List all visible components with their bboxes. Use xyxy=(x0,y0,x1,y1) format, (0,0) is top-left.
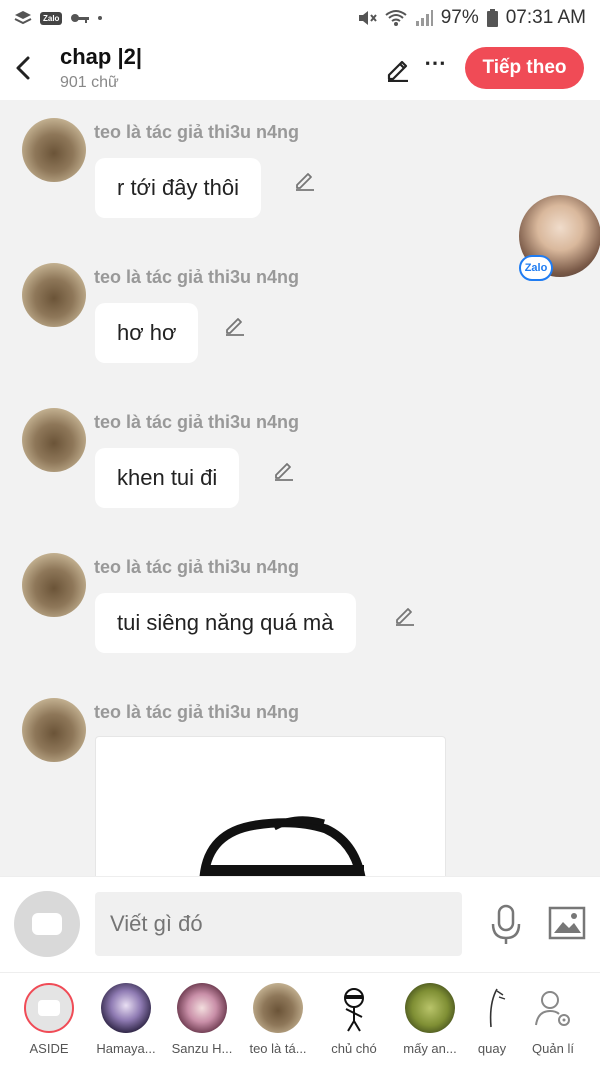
character-item[interactable]: Hamaya... xyxy=(89,983,163,1056)
character-avatar xyxy=(253,983,303,1033)
next-button[interactable]: Tiếp theo xyxy=(465,47,584,89)
chapter-title: chap |2| xyxy=(60,44,143,69)
author-avatar[interactable] xyxy=(22,408,86,472)
character-label: Hamaya... xyxy=(96,1041,156,1056)
character-avatar xyxy=(329,983,379,1033)
status-bar: Zalo 97% 07:31 AM xyxy=(0,0,600,36)
aside-toggle-button[interactable] xyxy=(14,891,80,957)
character-rail: ASIDE Hamaya... Sanzu H... teo là tá... … xyxy=(0,972,600,1067)
battery-percent: 97% xyxy=(440,7,479,28)
zalo-notification-icon: Zalo xyxy=(40,11,63,25)
status-right: 97% 07:31 AM xyxy=(357,7,586,29)
image-picker-icon[interactable] xyxy=(548,906,586,940)
message-bubble[interactable]: tui siêng năng quá mà xyxy=(95,593,356,653)
character-item[interactable]: Sanzu H... xyxy=(165,983,239,1056)
more-options-icon[interactable]: ⋯ xyxy=(424,50,446,76)
floating-chat-head[interactable]: Zalo xyxy=(519,195,600,281)
composer xyxy=(0,876,600,972)
author-avatar[interactable] xyxy=(22,118,86,182)
stick-figure-icon xyxy=(344,988,364,1032)
character-avatar xyxy=(405,983,455,1033)
edit-message-icon[interactable] xyxy=(272,458,296,482)
aside-avatar xyxy=(24,983,74,1033)
clock: 07:31 AM xyxy=(505,7,586,28)
author-avatar[interactable] xyxy=(22,698,86,762)
author-name: teo là tác giả thi3u n4ng xyxy=(94,267,300,287)
character-avatar xyxy=(101,983,151,1033)
battery-icon xyxy=(486,9,498,27)
author-name: teo là tác giả thi3u n4ng xyxy=(94,557,300,577)
author-avatar[interactable] xyxy=(22,553,86,617)
character-label: teo là tá... xyxy=(249,1041,307,1056)
status-left: Zalo xyxy=(14,9,103,27)
character-label: Sanzu H... xyxy=(171,1041,233,1056)
user-settings-icon xyxy=(535,991,570,1026)
sketch-icon xyxy=(489,988,506,1028)
edit-pencil-icon[interactable] xyxy=(384,54,412,82)
layers-icon xyxy=(14,11,32,25)
edit-message-icon[interactable] xyxy=(393,603,417,627)
message-bubble[interactable]: khen tui đi xyxy=(95,448,240,508)
key-icon xyxy=(71,14,90,23)
message-input[interactable] xyxy=(95,892,462,956)
character-item[interactable]: teo là tá... xyxy=(241,983,315,1056)
mute-icon xyxy=(358,11,377,25)
character-aside[interactable]: ASIDE xyxy=(12,983,86,1056)
author-name: teo là tác giả thi3u n4ng xyxy=(94,412,300,432)
character-label: chủ chó xyxy=(331,1041,377,1056)
header: chap |2| 901 chữ ⋯ Tiếp theo xyxy=(0,36,600,100)
wifi-icon xyxy=(385,10,407,26)
manage-icon-wrap xyxy=(528,983,578,1033)
edit-message-icon[interactable] xyxy=(223,313,247,337)
back-arrow-icon[interactable] xyxy=(10,52,38,84)
character-avatar xyxy=(467,983,517,1033)
author-avatar[interactable] xyxy=(22,263,86,327)
doodle-image xyxy=(199,816,366,876)
microphone-icon[interactable] xyxy=(490,904,522,946)
character-item[interactable]: chủ chó xyxy=(317,983,391,1056)
character-label: Quản lí xyxy=(532,1041,574,1056)
edit-message-icon[interactable] xyxy=(293,168,317,192)
message-bubble[interactable]: r tới đây thôi xyxy=(95,158,262,218)
chat-area[interactable]: teo là tác giả thi3u n4ng r tới đây thôi… xyxy=(0,100,600,876)
character-avatar xyxy=(177,983,227,1033)
message-square-icon xyxy=(32,913,62,935)
manage-characters-button[interactable]: Quản lí xyxy=(516,983,590,1056)
message-bubble[interactable]: hơ hơ xyxy=(95,303,199,363)
character-label: ASIDE xyxy=(29,1041,69,1056)
zalo-badge: Zalo xyxy=(519,255,553,281)
signal-icon xyxy=(415,10,433,26)
word-count: 901 chữ xyxy=(60,74,119,91)
message-square-icon xyxy=(38,1000,60,1016)
author-name: teo là tác giả thi3u n4ng xyxy=(94,702,300,722)
author-name: teo là tác giả thi3u n4ng xyxy=(94,122,300,142)
image-message[interactable] xyxy=(95,736,446,876)
dot-icon xyxy=(98,16,103,20)
